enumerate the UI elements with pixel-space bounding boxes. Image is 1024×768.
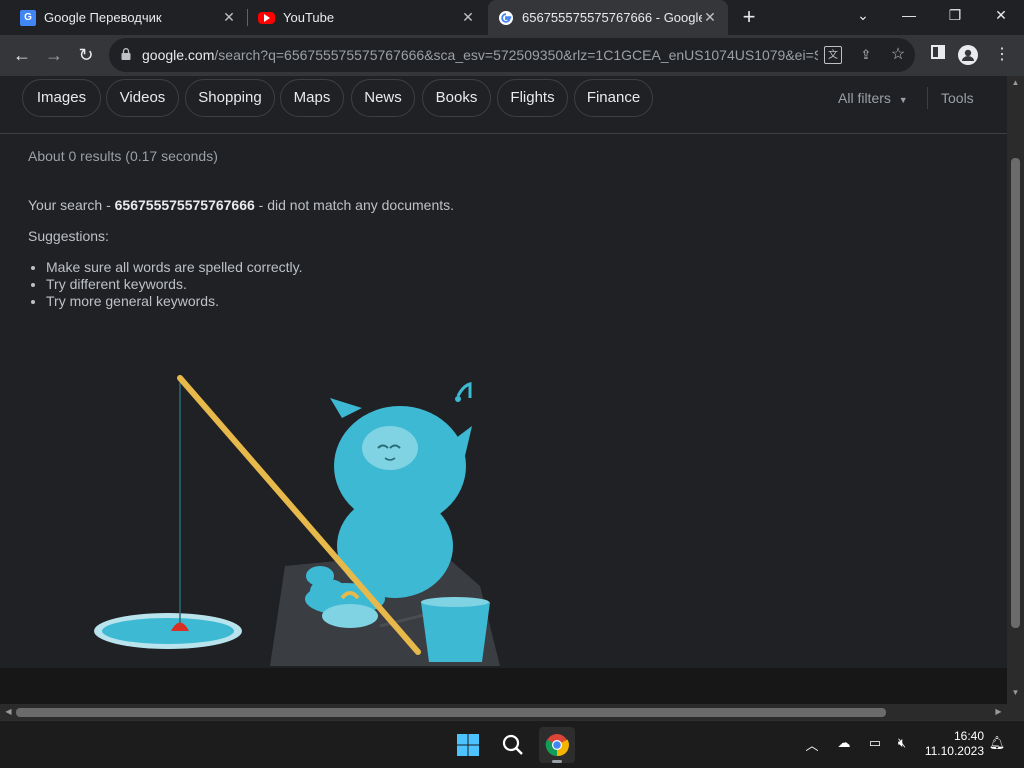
page-footer [0,668,1007,704]
tab-search-chevron-icon[interactable]: ⌄ [840,0,886,30]
tab-title: YouTube [283,10,335,25]
close-icon[interactable]: ✕ [460,9,476,26]
clock-time: 16:40 [953,729,984,743]
scroll-right-arrow-icon[interactable]: ▶ [990,707,1007,716]
tab-title: Google Переводчик [44,10,162,25]
close-icon[interactable]: ✕ [221,9,237,26]
reload-button[interactable]: ↻ [72,41,100,69]
scroll-up-arrow-icon[interactable]: ▲ [1007,78,1024,87]
page-viewport: Images Videos Shopping Maps News Books F… [0,76,1007,704]
side-panel-icon[interactable] [928,45,948,65]
horizontal-scrollbar[interactable]: ◀ ▶ [0,704,1007,720]
horizontal-scroll-thumb[interactable] [16,708,886,717]
close-icon[interactable]: ✕ [702,9,718,26]
forward-button[interactable]: → [40,41,68,69]
back-button[interactable]: ← [8,41,36,69]
onedrive-cloud-icon[interactable]: ☁ [835,735,853,751]
suggestion-item: Try different keywords. [46,276,303,293]
notification-bell-icon[interactable]: 🔔︎ [988,735,1006,751]
share-icon[interactable]: ⇪ [857,46,875,64]
tab-search-results[interactable]: 656755575575767666 - Google ✕ [488,0,728,35]
url-text[interactable]: google.com/search?q=656755575575767666&s… [142,47,818,63]
google-icon [498,10,514,26]
result-stats: About 0 results (0.17 seconds) [28,148,218,164]
new-tab-button[interactable]: + [737,5,761,29]
minimize-button[interactable]: — [886,0,932,30]
chip-shopping[interactable]: Shopping [185,79,275,117]
url-path: /search?q=656755575575767666&sca_esv=572… [214,47,818,63]
clock-date: 11.10.2023 [924,744,984,758]
youtube-icon [258,11,275,24]
menu-kebab-icon[interactable]: ⋮ [992,45,1012,65]
scrollbar-corner [1007,704,1024,720]
chip-maps[interactable]: Maps [280,79,344,117]
chip-flights[interactable]: Flights [497,79,568,117]
address-bar[interactable]: google.com/search?q=656755575575767666&s… [109,38,915,72]
translate-icon[interactable]: 文 [824,46,842,64]
chip-books[interactable]: Books [422,79,491,117]
tab-google-translate[interactable]: G Google Переводчик ✕ [0,0,247,35]
windows-taskbar: ︿ ☁ ▭ 🔇︎ 16:40 11.10.2023 🔔︎ [0,720,1024,768]
start-windows-icon[interactable] [450,727,486,763]
suggestions-list: Make sure all words are spelled correctl… [46,259,303,310]
bookmark-star-icon[interactable]: ☆ [889,46,907,64]
all-filters-button[interactable]: All filters ▼ [838,90,908,106]
suggestions-title: Suggestions: [28,228,109,244]
google-translate-icon: G [20,9,36,26]
profile-avatar-icon[interactable] [958,45,978,65]
tools-button[interactable]: Tools [941,90,974,106]
chip-images[interactable]: Images [22,79,101,117]
show-hidden-icons-chevron-icon[interactable]: ︿ [803,735,821,754]
url-host: google.com [142,47,215,63]
scroll-left-arrow-icon[interactable]: ◀ [0,707,17,716]
chrome-icon[interactable] [539,727,575,763]
display-icon[interactable]: ▭ [866,735,884,751]
filter-chip-bar: Images Videos Shopping Maps News Books F… [0,76,1007,134]
chip-videos[interactable]: Videos [106,79,179,117]
chip-news[interactable]: News [351,79,415,117]
scroll-down-arrow-icon[interactable]: ▼ [1007,688,1024,697]
lock-icon [121,48,131,60]
no-match-message: Your search - 656755575575767666 - did n… [28,197,454,213]
no-match-suffix: - did not match any documents. [254,197,455,213]
dropdown-triangle-icon: ▼ [898,95,908,105]
tab-strip: G Google Переводчик ✕ YouTube ✕ 65675557… [0,0,1024,35]
no-match-prefix: Your search - [28,197,115,213]
vertical-scrollbar[interactable]: ▲ ▼ [1007,76,1024,704]
system-clock[interactable]: 16:40 11.10.2023 [918,729,984,759]
search-icon[interactable] [495,727,531,763]
window-close-button[interactable]: ✕ [978,0,1024,30]
fishing-monster-illustration [94,375,500,666]
divider [927,87,928,109]
vertical-scroll-thumb[interactable] [1011,158,1020,628]
tab-youtube[interactable]: YouTube ✕ [248,0,486,35]
tab-title: 656755575575767666 - Google [522,10,702,25]
chip-finance[interactable]: Finance [574,79,653,117]
search-query: 656755575575767666 [114,197,255,213]
suggestion-item: Make sure all words are spelled correctl… [46,259,303,276]
all-filters-label: All filters [838,90,891,106]
suggestion-item: Try more general keywords. [46,293,303,310]
active-app-indicator [552,760,562,763]
volume-muted-icon[interactable]: 🔇︎ [893,735,911,751]
restore-button[interactable]: ❐ [932,0,978,30]
